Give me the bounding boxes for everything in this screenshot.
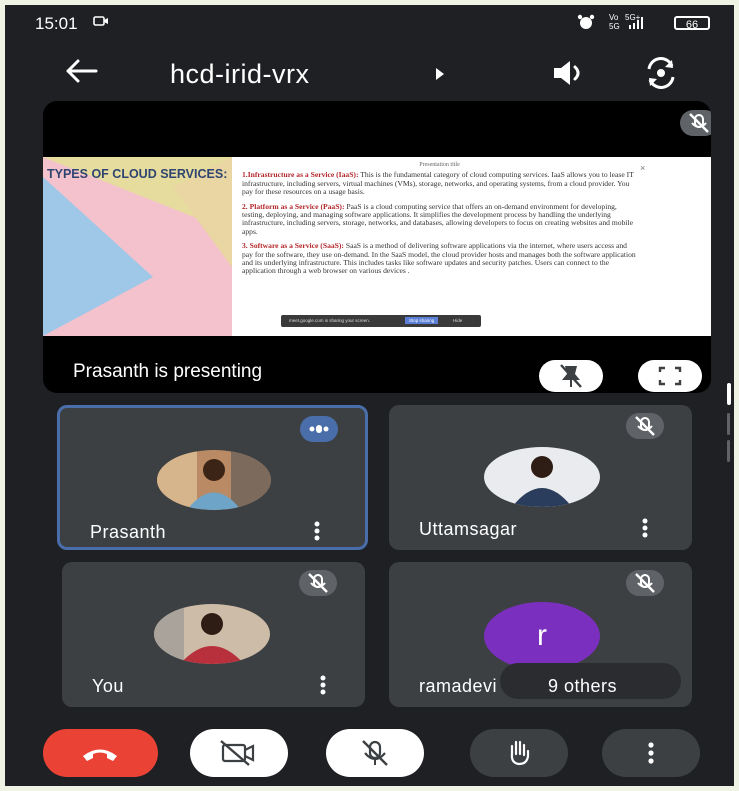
participant-name: Prasanth — [90, 522, 167, 542]
participant-tile-prasanth[interactable]: Prasanth — [57, 405, 368, 550]
phone-hangup-icon — [83, 749, 117, 761]
raise-hand-icon — [510, 740, 530, 766]
mic-off-icon — [299, 570, 337, 596]
screen-record-icon — [93, 14, 109, 31]
svg-text:Vo: Vo — [609, 13, 619, 22]
battery-indicator: 66 — [674, 16, 710, 31]
hide-button: Hide — [453, 318, 463, 323]
more-vert-icon[interactable] — [318, 674, 328, 701]
unpin-button[interactable] — [539, 360, 603, 392]
call-controls — [5, 715, 734, 786]
fullscreen-icon — [658, 366, 682, 386]
end-call-button[interactable] — [43, 729, 158, 777]
raise-hand-button[interactable] — [470, 729, 568, 777]
slide-item-saas: 3. Software as a Service (SaaS): SaaS is… — [242, 241, 636, 276]
participant-name: Uttamsagar — [419, 519, 518, 539]
volte-signal-icon: Vo 5G 5G+ — [609, 12, 667, 34]
scroll-indicator-active — [727, 383, 731, 405]
participant-tile-others[interactable]: r ramadevi 9 others — [389, 562, 692, 707]
stop-sharing-button: Stop sharing — [405, 317, 439, 324]
meet-screen: 15:01 Vo 5G 5G+ 66 hcd-irid-vrx TYPES OF… — [5, 5, 734, 786]
meeting-code-title[interactable]: hcd-irid-vrx — [170, 59, 310, 90]
participant-tile-you[interactable]: You — [62, 562, 365, 707]
mic-off-icon — [626, 570, 664, 596]
avatar — [157, 450, 271, 510]
close-icon: × — [640, 163, 646, 173]
slide-item-iaas: 1.Infrastructure as a Service (IaaS): Th… — [242, 170, 634, 197]
arrow-left-icon[interactable] — [63, 57, 99, 90]
status-time: 15:01 — [35, 14, 78, 33]
shared-slide: TYPES OF CLOUD SERVICES: Presentation ti… — [43, 157, 711, 336]
slide-item-paas: 2. Platform as a Service (PaaS): PaaS is… — [242, 201, 633, 236]
caret-right-icon[interactable] — [435, 67, 445, 84]
avatar-letter: r — [484, 602, 600, 670]
speaking-indicator-icon — [300, 416, 338, 442]
svg-text:5G: 5G — [609, 22, 620, 31]
mic-toggle-button[interactable] — [326, 729, 424, 777]
avatar — [484, 447, 600, 507]
presentation-stage[interactable]: TYPES OF CLOUD SERVICES: Presentation ti… — [43, 101, 711, 393]
more-vert-icon[interactable] — [640, 517, 650, 544]
status-bar: 15:01 Vo 5G 5G+ 66 — [5, 5, 734, 41]
avatar — [154, 604, 270, 664]
presenting-label: Prasanth is presenting — [73, 361, 263, 382]
slide-content: Presentation title 1.Infrastructure as a… — [242, 161, 637, 282]
participant-name: You — [92, 676, 124, 696]
share-bar-text: meet.google.com is sharing your screen. — [289, 318, 371, 323]
more-vert-icon[interactable] — [312, 520, 322, 547]
participant-name: ramadevi — [419, 676, 498, 696]
mic-off-icon — [680, 110, 711, 136]
pin-off-icon — [560, 364, 582, 388]
camera-toggle-button[interactable] — [190, 729, 288, 777]
meeting-top-bar: hcd-irid-vrx — [5, 45, 734, 105]
speaker-icon[interactable] — [550, 58, 586, 93]
slide-left-panel: TYPES OF CLOUD SERVICES: — [43, 157, 232, 336]
alarm-icon — [577, 13, 595, 34]
video-off-icon — [220, 740, 255, 766]
fullscreen-button[interactable] — [638, 360, 702, 392]
scroll-indicator — [727, 440, 730, 462]
mic-off-icon — [626, 413, 664, 439]
slide-heading: TYPES OF CLOUD SERVICES: — [47, 167, 228, 181]
slide-top-label: Presentation title — [419, 162, 460, 168]
more-vert-icon — [648, 742, 654, 764]
mic-off-icon — [362, 740, 388, 766]
participant-tile-uttamsagar[interactable]: Uttamsagar — [389, 405, 692, 550]
screen-share-bar: meet.google.com is sharing your screen. … — [281, 315, 481, 327]
more-options-button[interactable] — [602, 729, 700, 777]
others-count-label: 9 others — [548, 676, 618, 696]
scroll-indicator — [727, 413, 730, 435]
camera-flip-icon[interactable] — [643, 57, 679, 94]
